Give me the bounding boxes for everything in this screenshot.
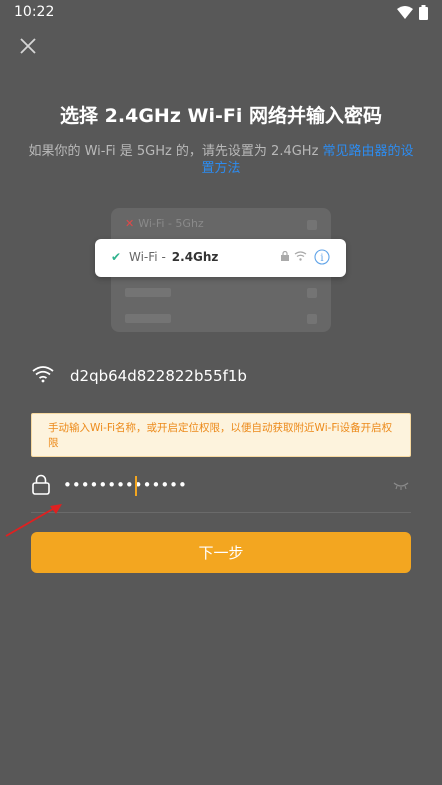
status-icons	[397, 5, 428, 20]
page-subtitle: 如果你的 Wi-Fi 是 5GHz 的，请先设置为 2.4GHz 常见路由器的设…	[28, 143, 414, 177]
illustration-square	[307, 288, 317, 298]
wifi-network-row[interactable]: d2qb64d822822b55f1b	[30, 360, 420, 392]
password-input[interactable]	[63, 474, 363, 496]
illustration-selected-network: ✔ Wi-Fi -2.4Ghz i	[95, 239, 346, 277]
next-step-button[interactable]: 下一步	[31, 532, 411, 573]
lock-icon	[32, 474, 50, 495]
illustration-square	[307, 220, 317, 230]
wifi-ssid: d2qb64d822822b55f1b	[70, 367, 247, 385]
small-wifi-icon	[294, 251, 307, 261]
wifi-icon	[32, 366, 54, 383]
status-time: 10:22	[14, 4, 55, 20]
check-icon: ✔	[111, 250, 122, 264]
info-icon: i	[314, 249, 330, 265]
battery-icon	[419, 5, 428, 20]
illustration-row-5ghz: ✕ Wi-Fi - 5Ghz	[125, 217, 204, 230]
illustration-5ghz-label: Wi-Fi - 5Ghz	[138, 217, 204, 230]
password-row	[31, 468, 411, 513]
illustration-bar	[125, 288, 171, 297]
cross-icon: ✕	[125, 217, 135, 230]
illustration-24ghz-label: Wi-Fi -2.4Ghz	[129, 250, 219, 264]
status-wifi-icon	[397, 6, 413, 19]
subtitle-text: 如果你的 Wi-Fi 是 5GHz 的，请先设置为 2.4GHz	[28, 144, 323, 159]
illustration-bar	[125, 314, 171, 323]
close-button[interactable]	[16, 34, 40, 58]
eye-closed-icon[interactable]	[393, 482, 409, 490]
status-bar: 10:22	[0, 0, 442, 26]
text-cursor	[135, 476, 137, 496]
illustration-24ghz-band: 2.4Ghz	[171, 250, 219, 264]
location-permission-notice[interactable]: 手动输入Wi-Fi名称，或开启定位权限，以便自动获取附近Wi-Fi设备开启权限	[31, 413, 411, 457]
small-lock-icon	[281, 251, 289, 261]
page-title: 选择 2.4GHz Wi-Fi 网络并输入密码	[60, 105, 382, 127]
illustration-square	[307, 314, 317, 324]
close-icon	[20, 38, 36, 54]
svg-text:i: i	[320, 253, 323, 264]
